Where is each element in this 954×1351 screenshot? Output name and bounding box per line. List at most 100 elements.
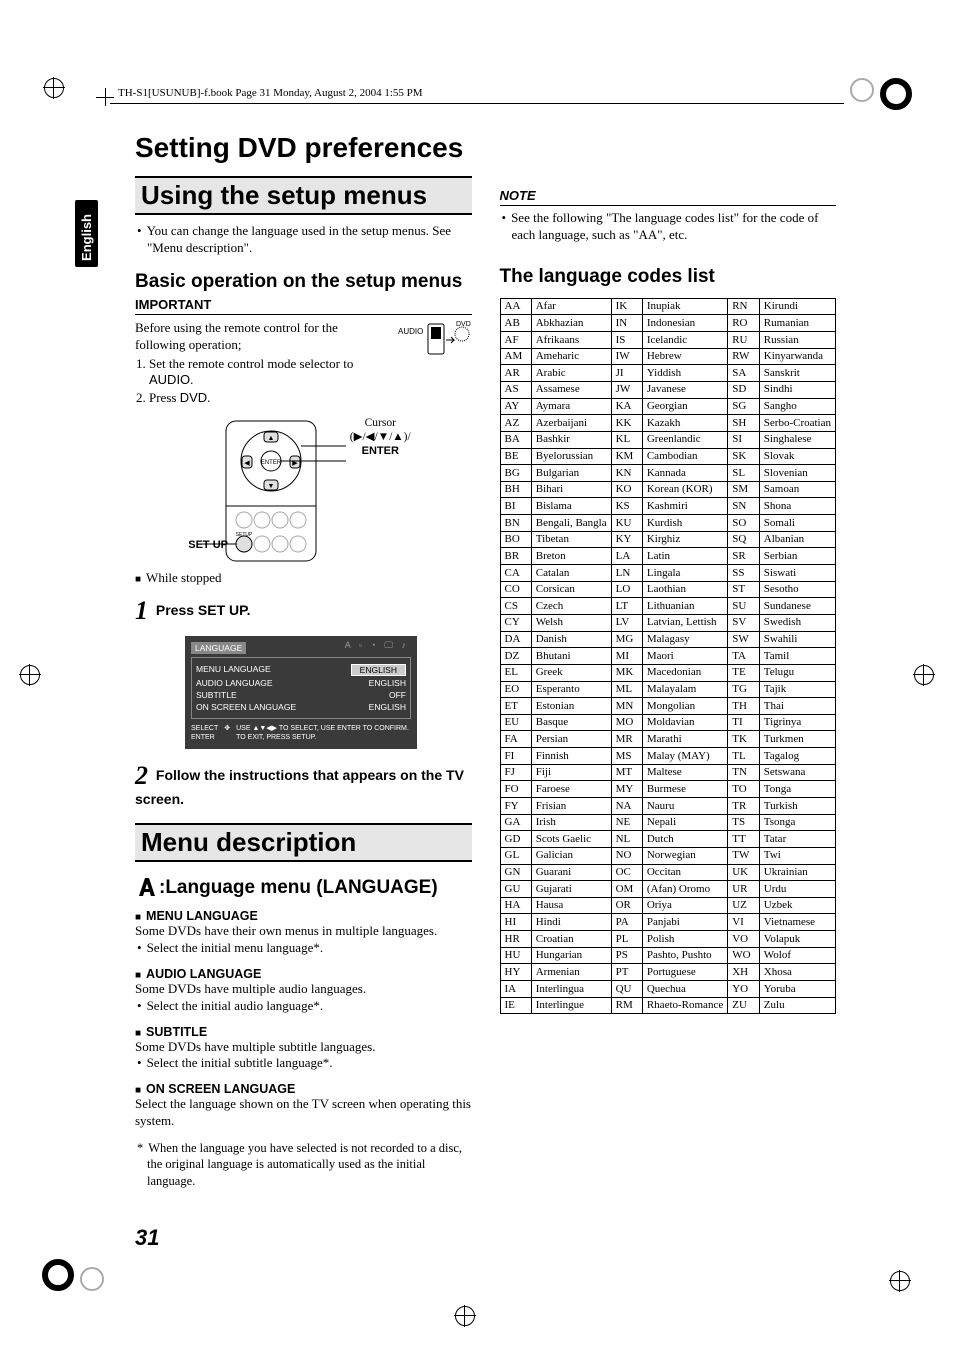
lang-name: Hungarian <box>531 947 611 964</box>
lang-name: Latin <box>642 548 727 565</box>
corner-ring <box>80 1267 104 1291</box>
step-keyword: DVD <box>180 390 207 405</box>
lang-name: Polish <box>642 931 727 948</box>
lang-code: GN <box>500 864 531 881</box>
lang-name: Volapuk <box>759 931 835 948</box>
lang-code: AY <box>500 398 531 415</box>
lang-code: AB <box>500 315 531 332</box>
lang-name: Sundanese <box>759 598 835 615</box>
table-row: ARArabicJIYiddishSASanskrit <box>500 365 836 382</box>
lang-code: EU <box>500 714 531 731</box>
lang-code: MN <box>611 698 642 715</box>
lang-code: RN <box>728 298 760 315</box>
lang-name: Kannada <box>642 465 727 482</box>
step-number: 2 <box>135 761 148 790</box>
lang-code: BI <box>500 498 531 515</box>
lang-name: Kurdish <box>642 515 727 532</box>
lang-code: SO <box>728 515 760 532</box>
lang-name: Marathi <box>642 731 727 748</box>
lang-name: Kashmiri <box>642 498 727 515</box>
lang-code: FI <box>500 748 531 765</box>
lang-name: Tamil <box>759 648 835 665</box>
lang-name: Tsonga <box>759 814 835 831</box>
lang-name: Turkish <box>759 798 835 815</box>
lang-code: RO <box>728 315 760 332</box>
registration-mark <box>455 1306 475 1326</box>
lang-code: BH <box>500 481 531 498</box>
table-row: AAAfarIKInupiakRNKirundi <box>500 298 836 315</box>
lang-name: Finnish <box>531 748 611 765</box>
lang-code: BO <box>500 531 531 548</box>
lang-code: NA <box>611 798 642 815</box>
lang-name: Swedish <box>759 614 835 631</box>
osd-mock: A ▫ ◔ 🖵 ♪ LANGUAGE MENU LANGUAGEENGLISHA… <box>185 636 417 749</box>
registration-mark <box>44 78 64 98</box>
lang-code: IE <box>500 997 531 1014</box>
lang-code: GA <box>500 814 531 831</box>
lang-name: Nauru <box>642 798 727 815</box>
setting-desc: Some DVDs have multiple subtitle languag… <box>135 1039 472 1056</box>
lang-name: Slovak <box>759 448 835 465</box>
lang-name: Maori <box>642 648 727 665</box>
page-title: Setting DVD preferences <box>135 132 472 164</box>
lang-code: VO <box>728 931 760 948</box>
table-row: ASAssameseJWJavaneseSDSindhi <box>500 381 836 398</box>
registration-mark <box>914 665 934 685</box>
lang-name: Sanskrit <box>759 365 835 382</box>
osd-foot-left: SELECT ENTER <box>191 725 218 743</box>
table-row: BHBihariKOKorean (KOR)SMSamoan <box>500 481 836 498</box>
lang-name: Estonian <box>531 698 611 715</box>
header-note: TH-S1[USUNUB]-f.book Page 31 Monday, Aug… <box>118 87 423 99</box>
svg-text:▲: ▲ <box>267 434 274 442</box>
osd-foot-right: USE ▲▼◀▶ TO SELECT, USE ENTER TO CONFIRM… <box>236 725 409 743</box>
lang-code: SS <box>728 565 760 582</box>
lang-code: IA <box>500 981 531 998</box>
lang-name: Abkhazian <box>531 315 611 332</box>
footnote: When the language you have selected is n… <box>147 1140 472 1189</box>
lang-name: Bihari <box>531 481 611 498</box>
lang-code: MI <box>611 648 642 665</box>
lang-name: Serbian <box>759 548 835 565</box>
lang-name: Galician <box>531 847 611 864</box>
lang-code: CA <box>500 565 531 582</box>
setting-desc: Some DVDs have their own menus in multip… <box>135 923 472 940</box>
setting-head: MENU LANGUAGE <box>135 909 472 923</box>
table-row: ELGreekMKMacedonianTETelugu <box>500 664 836 681</box>
lang-name: Laothian <box>642 581 727 598</box>
callout-enter: ENTER <box>362 445 399 457</box>
lang-code: LV <box>611 614 642 631</box>
mode-selector-illustration: AUDIO DVD <box>396 320 472 362</box>
lang-code: UK <box>728 864 760 881</box>
lang-code: KN <box>611 465 642 482</box>
lang-code: BG <box>500 465 531 482</box>
lang-name: Somali <box>759 515 835 532</box>
lang-name: Portuguese <box>642 964 727 981</box>
lang-name: Dutch <box>642 831 727 848</box>
lang-name: Serbo-Croatian <box>759 415 835 432</box>
table-row: GDScots GaelicNLDutchTTTatar <box>500 831 836 848</box>
lang-code: LA <box>611 548 642 565</box>
lang-name: Kirundi <box>759 298 835 315</box>
osd-row: SUBTITLEOFF <box>196 690 406 700</box>
lang-name: Lithuanian <box>642 598 727 615</box>
table-row: GLGalicianNONorwegianTWTwi <box>500 847 836 864</box>
lang-code: LT <box>611 598 642 615</box>
lang-name: Nepali <box>642 814 727 831</box>
lang-code: EL <box>500 664 531 681</box>
lang-code: AR <box>500 365 531 382</box>
lang-code: WO <box>728 947 760 964</box>
lang-code: TI <box>728 714 760 731</box>
lang-name: Russian <box>759 332 835 349</box>
table-row: BIBislamaKSKashmiriSNShona <box>500 498 836 515</box>
lang-name: Panjabi <box>642 914 727 931</box>
page-number: 31 <box>135 1225 159 1251</box>
lang-name: Armenian <box>531 964 611 981</box>
table-row: FAPersianMRMarathiTKTurkmen <box>500 731 836 748</box>
table-row: COCorsicanLOLaothianSTSesotho <box>500 581 836 598</box>
lang-code: TE <box>728 664 760 681</box>
lang-name: Lingala <box>642 565 727 582</box>
lang-code: SD <box>728 381 760 398</box>
lang-code: RM <box>611 997 642 1014</box>
lang-name: Assamese <box>531 381 611 398</box>
language-codes-table: AAAfarIKInupiakRNKirundiABAbkhazianINInd… <box>500 298 837 1015</box>
